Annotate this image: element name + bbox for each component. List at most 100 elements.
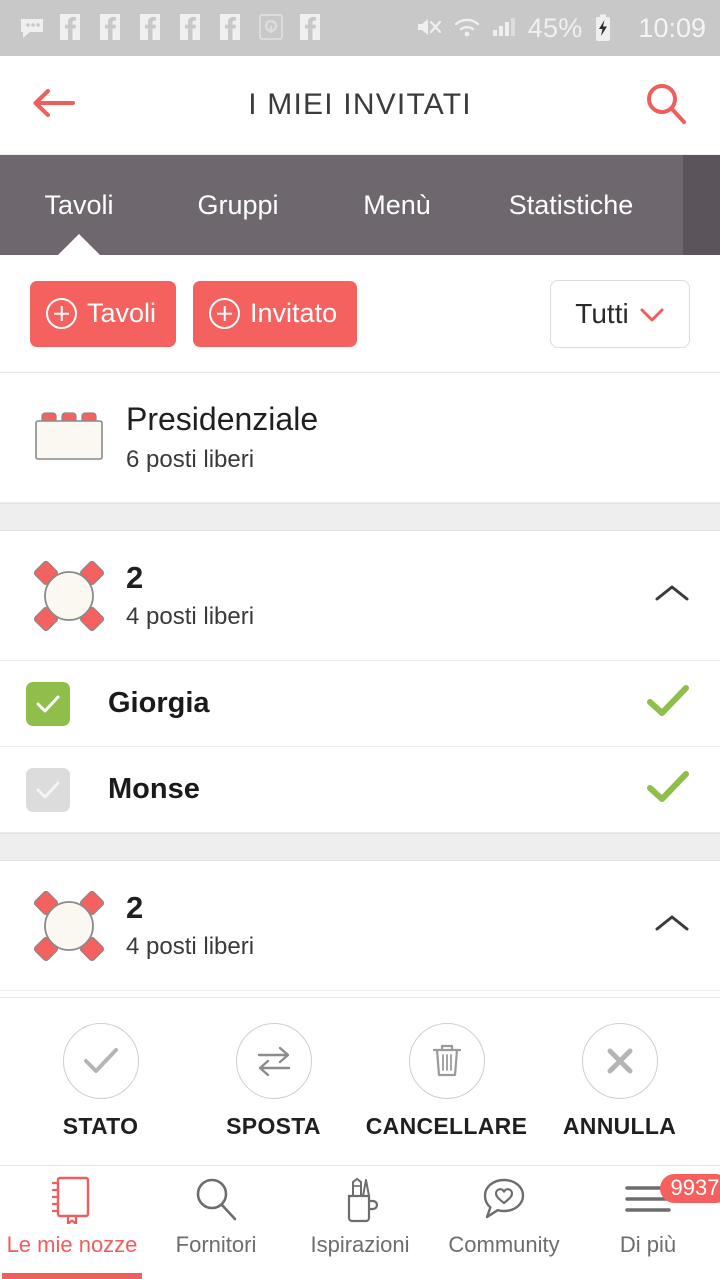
tab-label: Gruppi (197, 189, 279, 220)
status-bar: 45% 10:09 (0, 0, 720, 56)
guest-row[interactable]: Monse (0, 747, 720, 833)
back-button[interactable] (26, 77, 82, 133)
chevron-up-icon (654, 582, 690, 609)
facebook-icon (58, 13, 86, 43)
speech-heart-icon (479, 1172, 529, 1226)
filter-dropdown[interactable]: Tutti (550, 279, 690, 348)
search-icon (643, 80, 689, 131)
collapse-table-button[interactable] (650, 904, 694, 948)
nav-item-fornitori[interactable]: Fornitori (144, 1172, 288, 1279)
nav-item-di-piu[interactable]: 9937 Di più (576, 1172, 720, 1279)
book-icon (48, 1172, 96, 1226)
chevron-down-icon (639, 298, 665, 330)
annulla-button[interactable]: ANNULLA (533, 1023, 706, 1140)
active-nav-underline (2, 1273, 142, 1279)
green-check-icon[interactable] (646, 770, 690, 809)
table-seats: 6 posti liberi (126, 445, 255, 473)
tab-label: Tavoli (44, 189, 114, 220)
bottom-navigation: Le mie nozze Fornitori Ispirazioni Commu… (0, 1165, 720, 1279)
guest-row[interactable]: Giorgia (0, 661, 720, 747)
table-info: Presidenziale 6 posti liberi (126, 401, 694, 474)
table-name: 2 (126, 889, 144, 925)
table-seats: 4 posti liberi (126, 933, 255, 961)
round-table-icon (26, 889, 112, 963)
facebook-icon (218, 13, 246, 43)
battery-charging-icon (592, 13, 620, 43)
plus-circle-icon (46, 298, 77, 329)
app-header: I MIEI INVITATI (0, 56, 720, 155)
clock-label: 10:09 (638, 12, 706, 43)
swap-arrows-icon (235, 1023, 312, 1099)
plus-circle-icon (209, 298, 241, 329)
notification-badge: 9937 (659, 1174, 720, 1204)
add-table-label: Tavoli (87, 298, 157, 328)
nav-item-community[interactable]: Community (432, 1172, 576, 1279)
guest-checkbox[interactable] (26, 767, 70, 812)
green-check-icon[interactable] (646, 684, 690, 723)
app-screen: 45% 10:09 I MIEI INVITATI Tavoli Gruppi (0, 0, 720, 1279)
cancellare-button[interactable]: CANCELLARE (360, 1023, 533, 1140)
tabbar-scroll-edge[interactable] (683, 155, 720, 255)
add-table-button[interactable]: Tavoli (30, 280, 177, 347)
guest-name: Giorgia (108, 687, 210, 719)
messages-icon (18, 13, 46, 43)
guest-checkbox[interactable] (26, 681, 70, 726)
signal-icon (490, 13, 518, 43)
close-x-icon (581, 1023, 658, 1099)
battery-percent-label: 45% (527, 12, 583, 43)
check-circle-icon (62, 1023, 139, 1099)
list-separator (0, 833, 720, 861)
trash-icon (408, 1023, 485, 1099)
tab-gruppi[interactable]: Gruppi (158, 155, 318, 255)
status-system-icons: 45% 10:09 (414, 13, 706, 44)
mute-icon (414, 13, 442, 43)
nav-label: Fornitori (175, 1232, 257, 1257)
action-label: SPOSTA (226, 1113, 321, 1139)
tab-statistiche[interactable]: Statistiche (476, 155, 666, 255)
sposta-button[interactable]: SPOSTA (187, 1023, 360, 1140)
table-name: 2 (126, 559, 144, 595)
wifi-icon (452, 13, 480, 43)
chevron-up-icon (654, 912, 690, 939)
rectangular-table-icon (26, 407, 112, 469)
nav-label: Community (448, 1232, 560, 1257)
nav-label: Le mie nozze (6, 1232, 138, 1257)
action-label: STATO (62, 1113, 139, 1139)
nav-item-le-mie-nozze[interactable]: Le mie nozze (0, 1172, 144, 1279)
round-table-icon (26, 559, 112, 633)
table-row[interactable]: 2 4 posti liberi (0, 861, 720, 991)
toolbar: Tavoli Invitato Tutti (0, 255, 720, 373)
collapse-table-button[interactable] (650, 574, 694, 618)
section-tabbar: Tavoli Gruppi Menù Statistiche (0, 155, 720, 255)
table-info: 2 4 posti liberi (126, 890, 650, 962)
status-notification-icons (18, 13, 414, 43)
nav-item-ispirazioni[interactable]: Ispirazioni (288, 1172, 432, 1279)
filter-value: Tutti (575, 297, 629, 329)
tab-label: Menù (363, 189, 431, 220)
tab-label: Statistiche (508, 189, 634, 220)
facebook-icon (178, 13, 206, 43)
table-name: Presidenziale (126, 401, 319, 438)
app-circle-icon (258, 13, 286, 43)
facebook-icon (298, 13, 326, 43)
back-arrow-icon (31, 84, 77, 127)
nav-label: Di più (619, 1232, 677, 1257)
search-icon (192, 1172, 240, 1226)
add-guest-button[interactable]: Invitato (193, 280, 358, 347)
guest-name: Monse (108, 773, 200, 805)
search-button[interactable] (638, 77, 694, 133)
table-row[interactable]: Presidenziale 6 posti liberi (0, 373, 720, 503)
stato-button[interactable]: STATO (14, 1023, 187, 1140)
table-row[interactable]: 2 4 posti liberi (0, 531, 720, 661)
selection-action-bar: STATO SPOSTA CANCELLARE ANNULLA (0, 997, 720, 1165)
table-seats: 4 posti liberi (126, 603, 255, 631)
list-separator (0, 503, 720, 531)
action-label: ANNULLA (562, 1113, 677, 1139)
table-info: 2 4 posti liberi (126, 560, 650, 632)
facebook-icon (138, 13, 166, 43)
facebook-icon (98, 13, 126, 43)
page-title: I MIEI INVITATI (248, 88, 472, 121)
nav-label: Ispirazioni (310, 1232, 410, 1257)
tab-menu[interactable]: Menù (318, 155, 476, 255)
add-guest-label: Invitato (250, 298, 338, 328)
